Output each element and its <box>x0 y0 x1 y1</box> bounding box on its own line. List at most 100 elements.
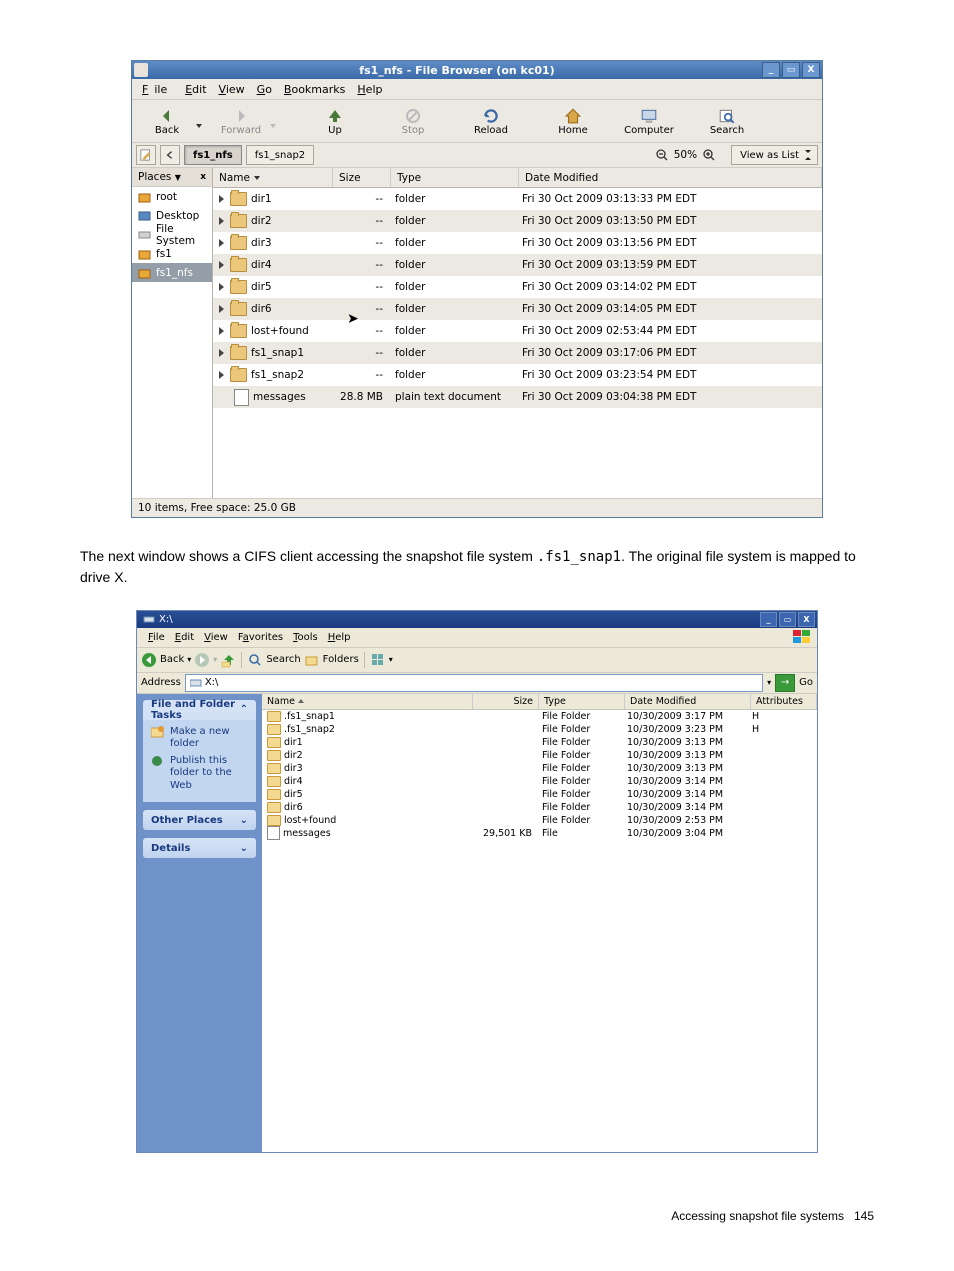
breadcrumb-fs1-snap2[interactable]: fs1_snap2 <box>246 145 314 165</box>
menu-view[interactable]: View <box>199 632 233 643</box>
file-row[interactable]: dir3File Folder10/30/2009 3:13 PM <box>262 762 817 775</box>
folders-icon[interactable] <box>304 652 320 668</box>
back-button[interactable]: Back <box>138 107 196 136</box>
search-button[interactable]: Search <box>698 107 756 136</box>
maximize-button[interactable]: ▭ <box>782 62 800 78</box>
expand-arrow-icon[interactable] <box>219 371 224 379</box>
file-row[interactable]: .fs1_snap2File Folder10/30/2009 3:23 PMH <box>262 723 817 736</box>
expand-arrow-icon[interactable] <box>219 349 224 357</box>
file-row[interactable]: messages29,501 KBFile10/30/2009 3:04 PM <box>262 827 817 840</box>
views-button[interactable] <box>370 652 386 668</box>
file-row[interactable]: dir4File Folder10/30/2009 3:14 PM <box>262 775 817 788</box>
folders-label[interactable]: Folders <box>323 654 359 665</box>
go-button[interactable]: → <box>775 674 795 692</box>
menu-help[interactable]: Help <box>323 632 356 643</box>
back-label[interactable]: Back <box>160 654 184 665</box>
titlebar[interactable]: X:\ _ ▭ X <box>137 611 817 628</box>
file-row[interactable]: dir1File Folder10/30/2009 3:13 PM <box>262 736 817 749</box>
file-row[interactable]: lost+foundFile Folder10/30/2009 2:53 PM <box>262 814 817 827</box>
task-publish-folder[interactable]: Publish this folder to the Web <box>151 753 248 795</box>
minimize-button[interactable]: _ <box>762 62 780 78</box>
file-row[interactable]: dir1--folderFri 30 Oct 2009 03:13:33 PM … <box>213 188 822 210</box>
go-label[interactable]: Go <box>799 677 813 688</box>
menu-file[interactable]: File <box>143 632 170 643</box>
close-sidebar-button[interactable]: x <box>200 172 206 182</box>
file-row[interactable]: fs1_snap1--folderFri 30 Oct 2009 03:17:0… <box>213 342 822 364</box>
panel-header[interactable]: Details ⌄ <box>143 838 256 858</box>
column-header-type[interactable]: Type <box>539 694 625 709</box>
column-header-attributes[interactable]: Attributes <box>751 694 817 709</box>
reload-button[interactable]: Reload <box>462 107 520 136</box>
views-dropdown-icon[interactable]: ▾ <box>389 655 393 664</box>
zoom-in-button[interactable] <box>701 147 717 163</box>
expand-arrow-icon[interactable] <box>219 195 224 203</box>
file-row[interactable]: dir6File Folder10/30/2009 3:14 PM <box>262 801 817 814</box>
sidebar-item-fs1-nfs[interactable]: fs1_nfs <box>132 263 212 282</box>
up-button[interactable]: Up <box>306 107 364 136</box>
back-icon[interactable] <box>141 652 157 668</box>
view-mode-combo[interactable]: View as List <box>731 145 818 165</box>
search-icon[interactable] <box>247 652 263 668</box>
expand-arrow-icon[interactable] <box>219 239 224 247</box>
menu-tools[interactable]: Tools <box>288 632 323 643</box>
panel-header[interactable]: File and Folder Tasks ⌃ <box>143 700 256 720</box>
close-button[interactable]: X <box>798 612 815 627</box>
menu-view[interactable]: View <box>213 83 251 96</box>
file-row[interactable]: dir4--folderFri 30 Oct 2009 03:13:59 PM … <box>213 254 822 276</box>
file-row[interactable]: dir3--folderFri 30 Oct 2009 03:13:56 PM … <box>213 232 822 254</box>
column-header-size[interactable]: Size <box>473 694 539 709</box>
address-dropdown-icon[interactable]: ▾ <box>767 678 771 687</box>
maximize-button[interactable]: ▭ <box>779 612 796 627</box>
titlebar[interactable]: fs1_nfs - File Browser (on kc01) _ ▭ X <box>132 61 822 79</box>
file-row[interactable]: .fs1_snap1File Folder10/30/2009 3:17 PMH <box>262 710 817 723</box>
column-header-name[interactable]: Name <box>262 694 473 709</box>
column-header-type[interactable]: Type <box>391 168 519 187</box>
file-row[interactable]: lost+found--folderFri 30 Oct 2009 02:53:… <box>213 320 822 342</box>
sidebar-item-file-system[interactable]: File System <box>132 225 212 244</box>
close-button[interactable]: X <box>802 62 820 78</box>
expand-arrow-icon[interactable] <box>219 305 224 313</box>
menu-help[interactable]: Help <box>351 83 388 96</box>
file-row[interactable]: dir2File Folder10/30/2009 3:13 PM <box>262 749 817 762</box>
file-row[interactable]: dir2--folderFri 30 Oct 2009 03:13:50 PM … <box>213 210 822 232</box>
home-button[interactable]: Home <box>544 107 602 136</box>
file-row[interactable]: dir5File Folder10/30/2009 3:14 PM <box>262 788 817 801</box>
breadcrumb-fs1-nfs[interactable]: fs1_nfs <box>184 145 242 165</box>
menu-go[interactable]: Go <box>251 83 278 96</box>
location-scroll-left-button[interactable] <box>160 145 180 165</box>
expand-arrow-icon[interactable] <box>219 261 224 269</box>
expand-arrow-icon[interactable] <box>219 283 224 291</box>
collapse-icon[interactable]: ⌃ <box>240 704 248 715</box>
menu-bookmarks[interactable]: Bookmarks <box>278 83 351 96</box>
panel-header[interactable]: Other Places ⌄ <box>143 810 256 830</box>
computer-button[interactable]: Computer <box>620 107 678 136</box>
edit-location-button[interactable] <box>136 145 156 165</box>
back-dropdown-icon[interactable]: ▾ <box>187 655 191 664</box>
expand-icon[interactable]: ⌄ <box>240 843 248 854</box>
file-row[interactable]: fs1_snap2--folderFri 30 Oct 2009 03:23:5… <box>213 364 822 386</box>
task-make-new-folder[interactable]: Make a new folder <box>151 724 248 753</box>
sidebar-item-fs1[interactable]: fs1 <box>132 244 212 263</box>
sidebar-header[interactable]: Places ▼ x <box>132 168 212 187</box>
menu-file[interactable]: File <box>136 83 179 96</box>
menu-favorites[interactable]: Favorites <box>233 632 288 643</box>
back-dropdown-icon[interactable] <box>196 124 202 128</box>
expand-arrow-icon[interactable] <box>219 327 224 335</box>
column-header-size[interactable]: Size <box>333 168 391 187</box>
sidebar-item-root[interactable]: root <box>132 187 212 206</box>
column-header-name[interactable]: Name <box>213 168 333 187</box>
file-row[interactable]: dir6--folderFri 30 Oct 2009 03:14:05 PM … <box>213 298 822 320</box>
up-icon[interactable] <box>220 652 236 668</box>
address-input[interactable]: X:\ <box>185 674 763 692</box>
menu-edit[interactable]: Edit <box>179 83 212 96</box>
search-label[interactable]: Search <box>266 654 300 665</box>
expand-arrow-icon[interactable] <box>219 217 224 225</box>
expand-icon[interactable]: ⌄ <box>240 815 248 826</box>
file-row[interactable]: dir5--folderFri 30 Oct 2009 03:14:02 PM … <box>213 276 822 298</box>
zoom-out-button[interactable] <box>654 147 670 163</box>
column-header-date-modified[interactable]: Date Modified <box>519 168 822 187</box>
minimize-button[interactable]: _ <box>760 612 777 627</box>
column-header-date-modified[interactable]: Date Modified <box>625 694 751 709</box>
menu-edit[interactable]: Edit <box>170 632 199 643</box>
file-row[interactable]: messages28.8 MBplain text documentFri 30… <box>213 386 822 408</box>
